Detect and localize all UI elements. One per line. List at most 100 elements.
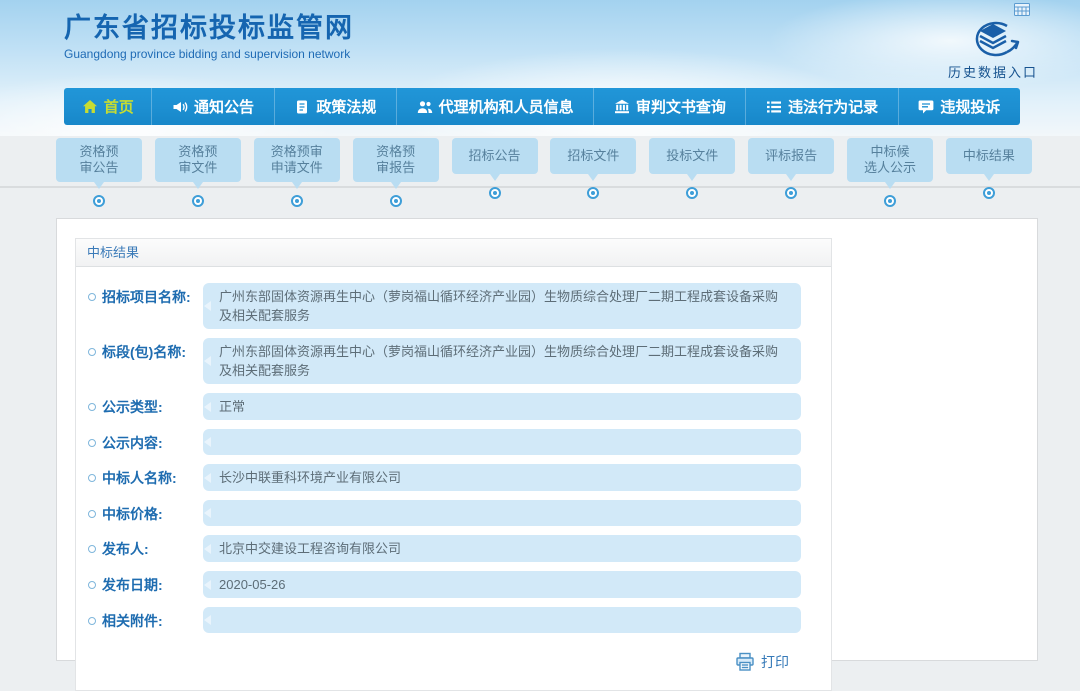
field-label: 中标价格: xyxy=(88,500,200,524)
field-label: 发布日期: xyxy=(88,571,200,595)
field-value-publisher: 北京中交建设工程咨询有限公司 xyxy=(203,535,801,562)
step-dot xyxy=(785,187,797,199)
form-row-publisher: 发布人: 北京中交建设工程咨询有限公司 xyxy=(76,535,831,562)
printer-icon xyxy=(735,652,755,672)
nav-item-label: 违法行为记录 xyxy=(788,96,878,117)
step-dot xyxy=(983,187,995,199)
bullet-icon xyxy=(88,293,96,301)
field-value-attachments xyxy=(203,607,801,633)
field-label: 标段(包)名称: xyxy=(88,338,200,362)
field-value-project-name: 广州东部固体资源再生中心（萝岗福山循环经济产业园）生物质综合处理厂二期工程成套设… xyxy=(203,283,801,329)
print-label: 打印 xyxy=(761,652,789,672)
field-value-publicity-type: 正常 xyxy=(203,393,801,420)
step-evaluation-report[interactable]: 评标报告 xyxy=(748,138,834,207)
form-row-project-name: 招标项目名称: 广州东部固体资源再生中心（萝岗福山循环经济产业园）生物质综合处理… xyxy=(76,283,831,329)
field-label: 发布人: xyxy=(88,535,200,559)
step-dot xyxy=(192,195,204,207)
step-tender-announcement[interactable]: 招标公告 xyxy=(452,138,538,207)
step-bubble: 资格预 审公告 xyxy=(56,138,142,182)
form-row-publicity-content: 公示内容: xyxy=(76,429,831,455)
field-value-publish-date: 2020-05-26 xyxy=(203,571,801,598)
bullet-icon xyxy=(88,348,96,356)
step-prequal-announcement[interactable]: 资格预 审公告 xyxy=(56,138,142,207)
nav-item-agencies[interactable]: 代理机构和人员信息 xyxy=(397,88,594,125)
bullet-icon xyxy=(88,545,96,553)
field-value-winning-price xyxy=(203,500,801,526)
nav-item-label: 违规投诉 xyxy=(940,96,1000,117)
field-label: 公示类型: xyxy=(88,393,200,417)
bank-icon xyxy=(614,99,630,115)
nav-item-home[interactable]: 首页 xyxy=(64,88,152,125)
document-icon xyxy=(294,99,310,115)
speaker-icon xyxy=(172,99,188,115)
site-brand: 广东省招标投标监管网 Guangdong province bidding an… xyxy=(64,12,354,61)
chat-icon xyxy=(918,99,934,115)
field-value-publicity-content xyxy=(203,429,801,455)
nav-item-label: 政策法规 xyxy=(316,96,376,117)
field-label: 中标人名称: xyxy=(88,464,200,488)
step-dot xyxy=(884,195,896,207)
print-row: 打印 xyxy=(76,642,831,680)
form-row-winner-name: 中标人名称: 长沙中联重科环境产业有限公司 xyxy=(76,464,831,491)
form-row-attachments: 相关附件: xyxy=(76,607,831,633)
step-bubble: 资格预 审报告 xyxy=(353,138,439,182)
field-value-section-name: 广州东部固体资源再生中心（萝岗福山循环经济产业园）生物质综合处理厂二期工程成套设… xyxy=(203,338,801,384)
bullet-icon xyxy=(88,474,96,482)
step-bubble: 资格预审 申请文件 xyxy=(254,138,340,182)
nav-item-complaints[interactable]: 违规投诉 xyxy=(899,88,1020,125)
bullet-icon xyxy=(88,510,96,518)
layers-arrow-icon xyxy=(962,18,1024,60)
form-row-publicity-type: 公示类型: 正常 xyxy=(76,393,831,420)
step-prequal-document[interactable]: 资格预 审文件 xyxy=(155,138,241,207)
step-prequal-application[interactable]: 资格预审 申请文件 xyxy=(254,138,340,207)
form-row-winning-price: 中标价格: xyxy=(76,500,831,526)
step-bubble: 中标结果 xyxy=(946,138,1032,174)
content-container: 中标结果 招标项目名称: 广州东部固体资源再生中心（萝岗福山循环经济产业园）生物… xyxy=(56,218,1038,661)
nav-item-policies[interactable]: 政策法规 xyxy=(275,88,397,125)
step-tender-document[interactable]: 招标文件 xyxy=(550,138,636,207)
form-row-section-name: 标段(包)名称: 广州东部固体资源再生中心（萝岗福山循环经济产业园）生物质综合处… xyxy=(76,338,831,384)
nav-item-notices[interactable]: 通知公告 xyxy=(152,88,274,125)
step-bubble: 投标文件 xyxy=(649,138,735,174)
nav-item-label: 代理机构和人员信息 xyxy=(439,96,574,117)
bullet-icon xyxy=(88,403,96,411)
list-icon xyxy=(766,99,782,115)
step-dot xyxy=(489,187,501,199)
step-candidate-publicity[interactable]: 中标候 选人公示 xyxy=(847,138,933,207)
history-entry-label: 历史数据入口 xyxy=(938,62,1048,81)
panel-title: 中标结果 xyxy=(76,239,831,267)
step-dot xyxy=(390,195,402,207)
step-dot xyxy=(686,187,698,199)
home-icon xyxy=(82,99,98,115)
step-bubble: 评标报告 xyxy=(748,138,834,174)
print-button[interactable]: 打印 xyxy=(735,652,789,672)
bullet-icon xyxy=(88,617,96,625)
field-value-winner-name: 长沙中联重科环境产业有限公司 xyxy=(203,464,801,491)
step-dot xyxy=(93,195,105,207)
main-nav: 首页 通知公告 政策法规 代理机构和人员信息 审判文书查询 违法行为记录 违 xyxy=(64,88,1020,125)
step-dot xyxy=(587,187,599,199)
step-bid-document[interactable]: 投标文件 xyxy=(649,138,735,207)
step-bid-result[interactable]: 中标结果 xyxy=(946,138,1032,207)
bid-result-panel: 中标结果 招标项目名称: 广州东部固体资源再生中心（萝岗福山循环经济产业园）生物… xyxy=(75,238,832,691)
bullet-icon xyxy=(88,581,96,589)
form-row-publish-date: 发布日期: 2020-05-26 xyxy=(76,571,831,598)
step-bubble: 招标公告 xyxy=(452,138,538,174)
bid-result-form: 招标项目名称: 广州东部固体资源再生中心（萝岗福山循环经济产业园）生物质综合处理… xyxy=(76,267,831,690)
step-prequal-report[interactable]: 资格预 审报告 xyxy=(353,138,439,207)
step-bubble: 中标候 选人公示 xyxy=(847,138,933,182)
field-label: 公示内容: xyxy=(88,429,200,453)
process-steps: 资格预 审公告 资格预 审文件 资格预审 申请文件 资格预 审报告 招标公告 招… xyxy=(56,138,1032,207)
people-icon xyxy=(417,99,433,115)
nav-item-violations[interactable]: 违法行为记录 xyxy=(746,88,898,125)
calendar-icon[interactable] xyxy=(1014,3,1030,16)
step-dot xyxy=(291,195,303,207)
bullet-icon xyxy=(88,439,96,447)
step-bubble: 资格预 审文件 xyxy=(155,138,241,182)
nav-item-label: 通知公告 xyxy=(194,96,254,117)
field-label: 相关附件: xyxy=(88,607,200,631)
nav-item-label: 首页 xyxy=(104,96,134,117)
step-bubble: 招标文件 xyxy=(550,138,636,174)
history-data-entry[interactable]: 历史数据入口 xyxy=(938,18,1048,81)
nav-item-judgments[interactable]: 审判文书查询 xyxy=(594,88,746,125)
